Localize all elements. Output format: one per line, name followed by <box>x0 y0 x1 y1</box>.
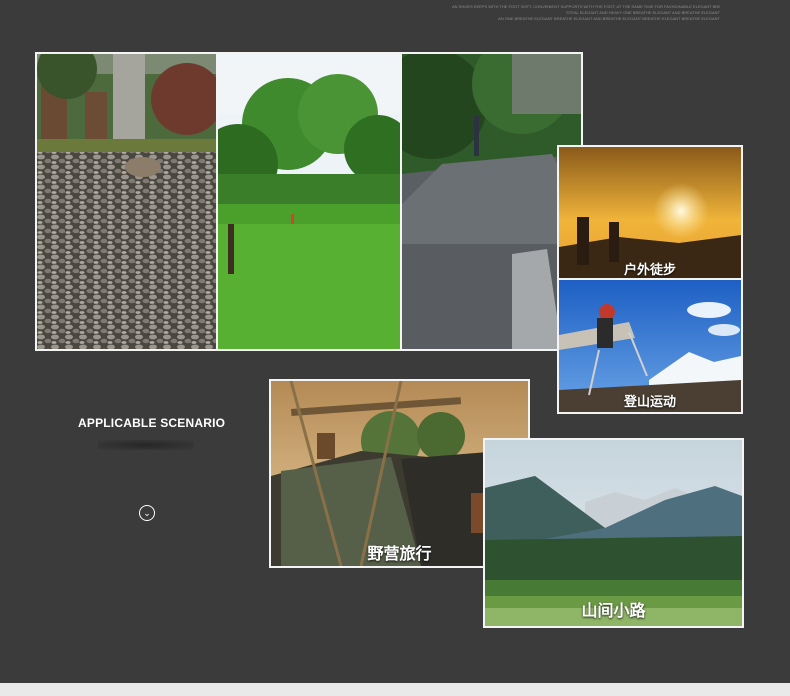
photo-wet-road <box>400 52 583 351</box>
photo-green-field <box>216 52 402 351</box>
caption-mountain-road: 山间小路 <box>581 603 646 620</box>
section-title-shadow <box>98 440 194 450</box>
photo-mountaineering: 登山运动 <box>557 278 743 414</box>
photo-cobblestone-path <box>35 52 218 351</box>
photo-mountain-road: 山间小路 <box>483 438 744 628</box>
caption-mountaineering: 登山运动 <box>623 394 676 409</box>
wet-road-image <box>402 54 581 349</box>
chevron-down-circle-icon[interactable]: ⌄ <box>139 505 155 521</box>
header-fine-print: AN SHOES KEEPS WITH THE FOOT SOFT, CONVE… <box>452 4 720 22</box>
caption-hiking: 户外徒步 <box>623 262 676 277</box>
green-field-image <box>218 54 400 349</box>
fine-print-line: AN ONE BREATHE ELEGANT BREATHE ELEGANT A… <box>498 16 720 21</box>
cobblestone-path-image <box>37 54 216 349</box>
photo-hiking: 户外徒步 <box>557 145 743 282</box>
bottom-strip <box>0 683 790 696</box>
section-title: APPLICABLE SCENARIO <box>78 416 226 430</box>
